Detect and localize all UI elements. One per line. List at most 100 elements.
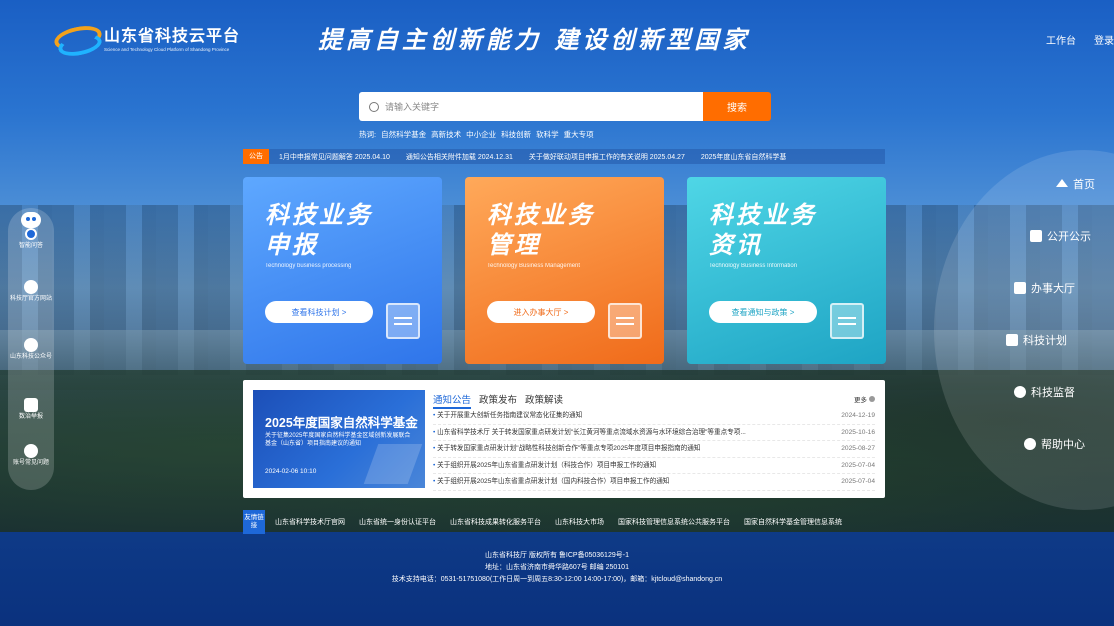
hot-word[interactable]: 重大专项	[564, 129, 594, 140]
notice-item[interactable]: 通知公告相关附件加载 2024.12.31	[406, 152, 513, 162]
report-icon	[24, 398, 38, 412]
search-bar: 请输入关键字 搜索	[359, 92, 771, 121]
tab-notices[interactable]: 通知公告	[433, 392, 472, 409]
rail-label: 科技厅官方网站	[9, 296, 52, 302]
list-item[interactable]: 关于组织开展2025年山东省重点研发计划（国内科技合作）项目申报工作的通知 202…	[433, 474, 875, 491]
friendly-link[interactable]: 国家自然科学基金管理信息系统	[744, 517, 842, 527]
search-icon	[369, 101, 379, 112]
item-date: 2025-07-04	[841, 478, 875, 486]
nav-label: 科技计划	[1023, 335, 1067, 347]
item-title: 关于开展重大创新任务指南建议常态化征集的通知	[433, 408, 803, 424]
friendly-link[interactable]: 山东省统一身份认证平台	[359, 517, 436, 527]
hot-word[interactable]: 高新技术	[431, 129, 461, 140]
logo-icon	[52, 22, 104, 60]
official-site-button[interactable]: 科技厅官方网站	[8, 280, 54, 303]
news-banner[interactable]: 2025年度国家自然科学基金 关于征集2025年度国家自然科学基金区域创新发展联…	[253, 390, 425, 488]
smart-qa-button[interactable]: 智能问答	[8, 212, 54, 250]
friendly-link[interactable]: 山东科技大市场	[555, 517, 604, 527]
friendly-link[interactable]: 山东省科学技术厅官网	[275, 517, 345, 527]
help-icon	[24, 444, 38, 458]
hot-words: 热词: 自然科学基金 高新技术 中小企业 科技创新 软科学 重大专项	[359, 129, 594, 140]
view-policy-button[interactable]: 查看通知与政策 >	[709, 301, 817, 323]
chart-icon	[1014, 282, 1026, 294]
card-business-apply[interactable]: 科技业务 申报 Technology business processing 查看…	[243, 177, 442, 364]
shield-icon	[24, 338, 38, 352]
friendly-link[interactable]: 山东省科技成果转化服务平台	[450, 517, 541, 527]
nav-tech-supervision[interactable]: 科技监督	[1014, 384, 1075, 400]
item-date: 2025-08-27	[841, 445, 875, 453]
check-shield-icon	[1014, 386, 1026, 398]
slogan: 提高自主创新能力 建设创新型国家	[318, 25, 751, 54]
item-title: 山东省科学技术厅 关于转发国家重点研发计划"长江黄河等重点流域水资源与水环境综合…	[433, 425, 803, 441]
enter-hall-button[interactable]: 进入办事大厅 >	[487, 301, 595, 323]
nav-public-notice[interactable]: 公开公示	[1030, 228, 1091, 244]
banner-title: 2025年度国家自然科学基金	[265, 416, 418, 430]
friendly-link[interactable]: 国家科技管理信息系统公共服务平台	[618, 517, 730, 527]
hot-word[interactable]: 自然科学基金	[381, 129, 426, 140]
nav-label: 科技监督	[1031, 387, 1075, 399]
more-link[interactable]: 更多	[854, 394, 875, 404]
document-icon	[386, 303, 420, 339]
card-title-line2: 申报	[265, 232, 319, 259]
links-tag: 友情链接	[243, 510, 265, 534]
list-item[interactable]: 山东省科学技术厅 关于转发国家重点研发计划"长江黄河等重点流域水资源与水环境综合…	[433, 425, 875, 442]
card-title-line2: 资讯	[709, 232, 763, 259]
rail-label: 山东科技公众号	[9, 354, 52, 360]
footer-address: 地址：山东省济南市舜华路607号 邮编 250101	[485, 564, 629, 571]
nav-service-hall[interactable]: 办事大厅	[1014, 280, 1075, 296]
pen-illustration	[363, 444, 423, 484]
search-input[interactable]: 请输入关键字	[359, 92, 703, 121]
footer-copyright: 山东省科技厅 版权所有 鲁ICP备05036129号-1	[485, 552, 629, 559]
card-subtitle: Technology Business Information	[709, 263, 798, 269]
notice-item[interactable]: 1月中申报常见问题解答 2025.04.10	[279, 152, 390, 162]
nav-help-center[interactable]: 帮助中心	[1024, 436, 1085, 452]
card-subtitle: Technology Business Management	[487, 263, 581, 269]
tab-policy-release[interactable]: 政策发布	[479, 392, 517, 409]
notice-item[interactable]: 2025年度山东省自然科学基	[701, 152, 787, 162]
view-plan-button[interactable]: 查看科技计划 >	[265, 301, 373, 323]
site-logo[interactable]: 山东省科技云平台 Science and Technology Cloud Pl…	[52, 22, 240, 60]
globe-icon	[24, 280, 38, 294]
item-date: 2024-12-19	[841, 412, 875, 419]
card-title-line1: 科技业务	[487, 202, 595, 229]
list-item[interactable]: 关于转发国家重点研发计划"战略性科技创新合作"等重点专项2025年度项目申报指南…	[433, 441, 875, 458]
search-button[interactable]: 搜索	[703, 92, 771, 121]
wechat-account-button[interactable]: 山东科技公众号	[8, 338, 54, 361]
banner-date: 2024-02-06 10:10	[265, 468, 317, 475]
card-business-info[interactable]: 科技业务 资讯 Technology Business Information 查…	[687, 177, 886, 364]
nav-home[interactable]: 首页	[1056, 176, 1095, 192]
nav-label: 公开公示	[1047, 231, 1091, 243]
workbench-link[interactable]: 工作台	[1046, 32, 1076, 47]
search-placeholder: 请输入关键字	[385, 102, 440, 112]
home-icon	[1056, 179, 1068, 187]
info-icon	[830, 303, 864, 339]
news-panel: 2025年度国家自然科学基金 关于征集2025年度国家自然科学基金区域创新发展联…	[243, 380, 885, 498]
hot-word[interactable]: 科技创新	[501, 129, 531, 140]
nav-tech-plan[interactable]: 科技计划	[1006, 332, 1067, 348]
footer: 山东省科技厅 版权所有 鲁ICP备05036129号-1 地址：山东省济南市舜华…	[0, 550, 1114, 586]
nav-label: 办事大厅	[1031, 283, 1075, 295]
report-button[interactable]: 数治举报	[8, 398, 54, 421]
notice-item[interactable]: 关于做好联动项目申报工作的有关说明 2025.04.27	[529, 152, 685, 162]
more-icon	[869, 396, 875, 402]
footer-support: 技术支持电话：0531-51751080(工作日周一到周五8:30-12:00 …	[391, 576, 723, 583]
account-faq-button[interactable]: 账号常见问题	[8, 444, 54, 467]
robot-icon	[19, 212, 43, 240]
plan-icon	[1006, 334, 1018, 346]
tab-policy-interpret[interactable]: 政策解读	[525, 392, 563, 409]
hot-word[interactable]: 软科学	[536, 129, 559, 140]
building-icon	[1030, 230, 1042, 242]
top-links: 工作台 登录	[1046, 32, 1114, 47]
card-title-line2: 管理	[487, 232, 541, 259]
list-item[interactable]: 关于组织开展2025年山东省重点研发计划（科技合作）项目申报工作的通知 2025-…	[433, 458, 875, 475]
rail-label: 账号常见问题	[12, 460, 49, 466]
hot-word[interactable]: 中小企业	[466, 129, 496, 140]
site-subtitle: Science and Technology Cloud Platform of…	[104, 47, 230, 52]
rail-label: 数治举报	[18, 414, 43, 420]
question-icon	[1024, 438, 1036, 450]
item-title: 关于组织开展2025年山东省重点研发计划（国内科技合作）项目申报工作的通知	[433, 474, 803, 490]
login-link[interactable]: 登录	[1094, 32, 1114, 47]
list-item[interactable]: 关于开展重大创新任务指南建议常态化征集的通知 2024-12-19	[433, 408, 875, 425]
card-business-manage[interactable]: 科技业务管理 Technology Business Management 进入…	[465, 177, 664, 364]
card-title-line1: 科技业务	[265, 202, 373, 229]
